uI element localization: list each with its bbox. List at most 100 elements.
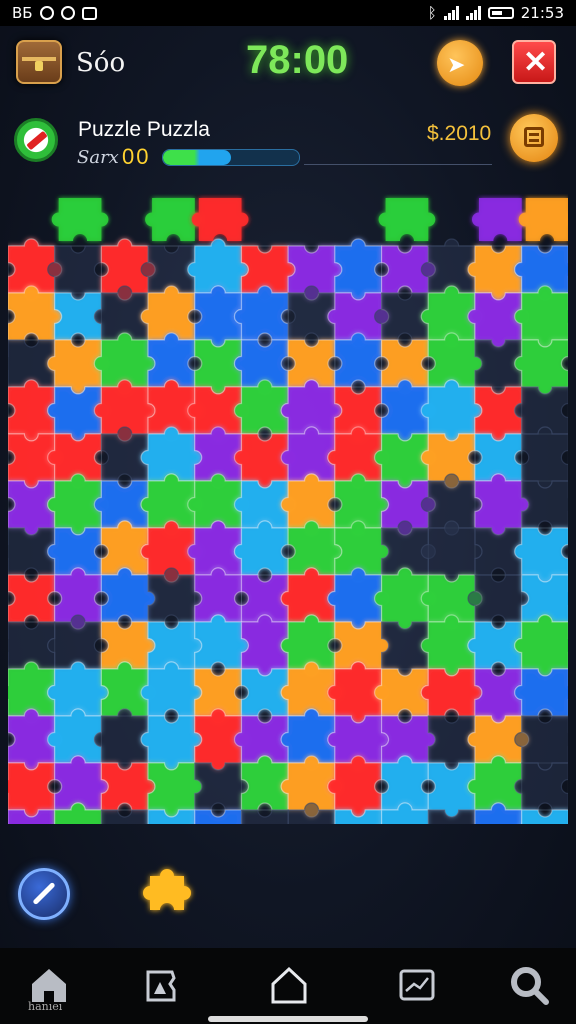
puzzle-piece[interactable]	[47, 661, 109, 717]
puzzle-piece[interactable]	[474, 386, 523, 442]
puzzle-piece[interactable]	[47, 614, 102, 670]
menu-button[interactable]	[510, 114, 558, 162]
puzzle-piece[interactable]	[287, 285, 336, 341]
puzzle-piece[interactable]	[514, 715, 568, 771]
puzzle-piece[interactable]	[140, 715, 203, 771]
puzzle-piece[interactable]	[147, 332, 196, 388]
puzzle-piece[interactable]	[187, 238, 250, 294]
puzzle-piece[interactable]	[140, 426, 203, 482]
puzzle-piece[interactable]	[374, 292, 429, 341]
puzzle-piece[interactable]	[514, 762, 568, 811]
puzzle-board[interactable]	[8, 194, 568, 824]
puzzle-piece[interactable]	[467, 574, 530, 623]
puzzle-piece[interactable]	[420, 668, 483, 717]
puzzle-piece[interactable]	[100, 520, 149, 576]
puzzle-piece[interactable]	[47, 708, 102, 764]
puzzle-piece[interactable]	[467, 621, 523, 670]
hint-button[interactable]: ➤	[437, 40, 483, 86]
puzzle-piece[interactable]	[474, 473, 530, 536]
puzzle-piece[interactable]	[8, 285, 63, 341]
puzzle-piece[interactable]	[420, 614, 476, 677]
puzzle-piece[interactable]	[93, 480, 149, 529]
floating-piece[interactable]	[51, 198, 109, 241]
puzzle-piece[interactable]	[334, 621, 390, 670]
menu-icon	[524, 127, 544, 147]
puzzle-piece[interactable]	[327, 755, 383, 818]
puzzle-piece[interactable]	[514, 614, 568, 677]
puzzle-piece[interactable]	[381, 755, 429, 811]
puzzle-board-canvas[interactable]	[8, 194, 568, 824]
puzzle-piece[interactable]	[147, 621, 203, 670]
treasure-chest-icon[interactable]	[16, 40, 62, 84]
puzzle-piece[interactable]	[47, 245, 102, 301]
puzzle-piece[interactable]	[381, 715, 436, 764]
gallery-icon[interactable]	[136, 960, 186, 1010]
puzzle-piece[interactable]	[420, 379, 483, 442]
puzzle-piece[interactable]	[194, 614, 250, 670]
puzzle-piece[interactable]	[334, 238, 383, 301]
puzzle-piece[interactable]	[93, 708, 149, 771]
puzzle-piece[interactable]	[54, 755, 109, 811]
puzzle-piece[interactable]	[514, 527, 568, 583]
puzzle-piece[interactable]	[94, 809, 155, 824]
puzzle-piece[interactable]	[100, 762, 156, 811]
puzzle-piece[interactable]	[194, 762, 250, 811]
puzzle-piece[interactable]	[8, 762, 56, 818]
puzzle-piece[interactable]	[147, 567, 203, 623]
puzzle-pieces[interactable]	[8, 238, 568, 824]
home-label[interactable]: hanıeı	[28, 1000, 62, 1013]
puzzle-piece[interactable]	[467, 245, 523, 301]
puzzle-piece[interactable]	[100, 426, 149, 482]
home-indicator[interactable]	[208, 1016, 368, 1022]
puzzle-piece[interactable]	[467, 755, 523, 811]
puzzle-piece[interactable]	[427, 715, 476, 771]
puzzle-piece[interactable]	[147, 762, 203, 818]
signal-icon-2	[465, 6, 481, 20]
puzzle-piece[interactable]	[140, 661, 203, 717]
puzzle-piece[interactable]	[240, 755, 289, 811]
puzzle-piece[interactable]	[194, 567, 243, 623]
puzzle-piece[interactable]	[514, 386, 568, 435]
magic-wand-button[interactable]	[18, 868, 70, 920]
puzzle-piece[interactable]	[514, 339, 568, 395]
puzzle-piece[interactable]	[515, 809, 568, 824]
floating-piece[interactable]	[191, 198, 249, 241]
puzzle-piece[interactable]	[233, 520, 289, 576]
puzzle-piece[interactable]	[474, 668, 523, 724]
stats-icon[interactable]	[392, 960, 442, 1010]
puzzle-piece[interactable]	[8, 480, 56, 536]
puzzle-piece[interactable]	[235, 809, 296, 824]
puzzle-piece[interactable]	[47, 527, 102, 576]
puzzle-piece[interactable]	[8, 574, 56, 623]
puzzle-piece[interactable]	[521, 426, 568, 489]
puzzle-piece[interactable]	[233, 379, 289, 435]
puzzle-piece[interactable]	[287, 520, 343, 576]
puzzle-piece[interactable]	[194, 339, 243, 395]
puzzle-badge-icon	[14, 118, 58, 162]
close-button[interactable]: ✕	[512, 40, 556, 84]
puzzle-piece[interactable]	[427, 762, 476, 818]
floating-piece[interactable]	[378, 198, 436, 241]
puzzle-piece[interactable]	[514, 285, 568, 348]
search-icon[interactable]	[504, 960, 554, 1010]
puzzle-piece[interactable]	[280, 379, 343, 435]
puzzle-piece[interactable]	[420, 520, 483, 583]
puzzle-piece[interactable]	[187, 520, 243, 576]
puzzle-piece[interactable]	[374, 668, 429, 717]
puzzle-piece[interactable]	[233, 715, 289, 764]
puzzle-piece[interactable]	[514, 668, 568, 717]
spare-puzzle-piece[interactable]	[138, 862, 200, 924]
puzzle-piece[interactable]	[280, 567, 336, 623]
puzzle-piece[interactable]	[280, 426, 336, 482]
puzzle-piece[interactable]	[100, 567, 156, 623]
puzzle-piece[interactable]	[233, 285, 289, 341]
puzzle-piece[interactable]	[334, 332, 383, 388]
floating-piece[interactable]	[518, 198, 568, 241]
shop-icon[interactable]	[264, 960, 314, 1010]
puzzle-piece[interactable]	[427, 332, 483, 388]
puzzle-piece[interactable]	[100, 621, 156, 670]
floating-pieces[interactable]	[51, 198, 568, 241]
spare-piece-shape[interactable]	[143, 869, 191, 910]
puzzle-piece[interactable]	[188, 809, 243, 824]
puzzle-piece[interactable]	[521, 480, 568, 529]
